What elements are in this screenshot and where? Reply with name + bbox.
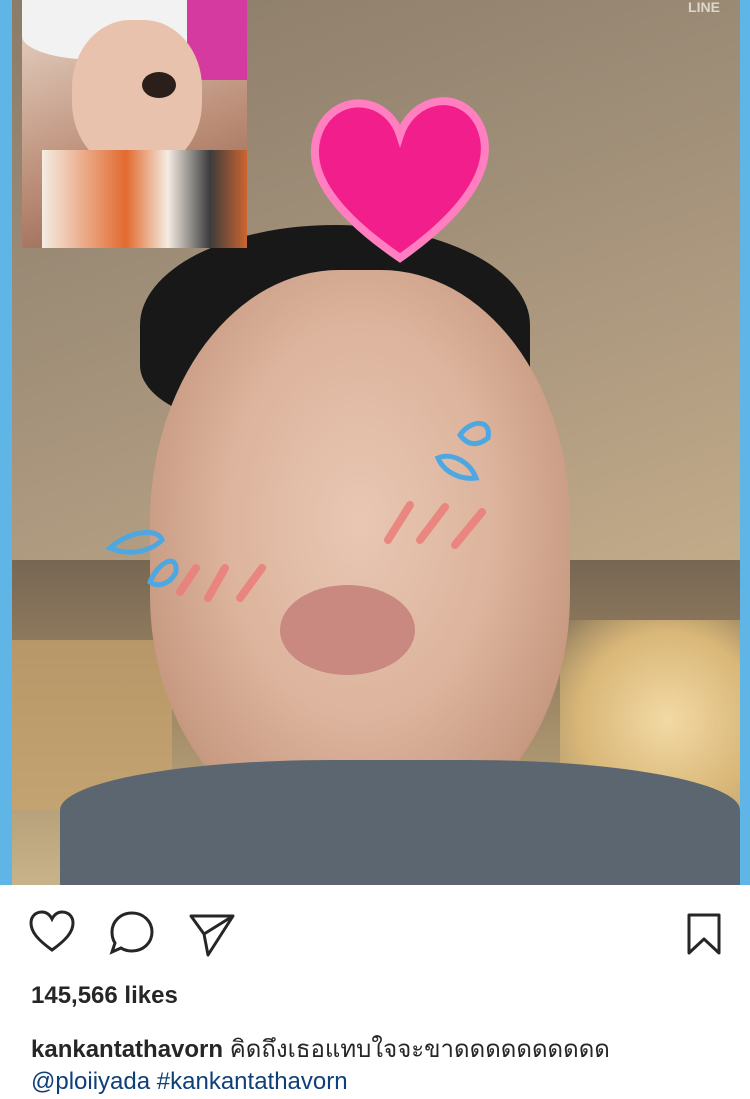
photo-frame-left (0, 0, 12, 885)
send-paper-plane-icon[interactable] (188, 912, 236, 963)
post-action-bar (0, 900, 750, 970)
heart-sticker (310, 97, 489, 263)
caption-username[interactable]: kankantathavorn (31, 1036, 223, 1063)
comment-bubble-icon[interactable] (108, 910, 156, 961)
post-photo[interactable]: LINE (0, 0, 750, 885)
caption-mention[interactable]: @ploiiyada (31, 1068, 150, 1095)
blush-stickers (176, 501, 486, 602)
sweat-drop-stickers (105, 420, 491, 588)
caption-text: คิดถึงเธอแทบใจจะขาดดดดดดดดดด (229, 1036, 610, 1063)
photo-frame-right (740, 0, 750, 885)
likes-count[interactable]: 145,566 likes (31, 982, 178, 1010)
stickers-layer (105, 97, 491, 602)
caption-hashtag[interactable]: #kankantathavorn (157, 1068, 348, 1095)
bookmark-icon[interactable] (686, 912, 722, 961)
post-caption: kankantathavorn คิดถึงเธอแทบใจจะขาดดดดดด… (31, 1034, 731, 1098)
heart-icon[interactable] (28, 910, 76, 959)
